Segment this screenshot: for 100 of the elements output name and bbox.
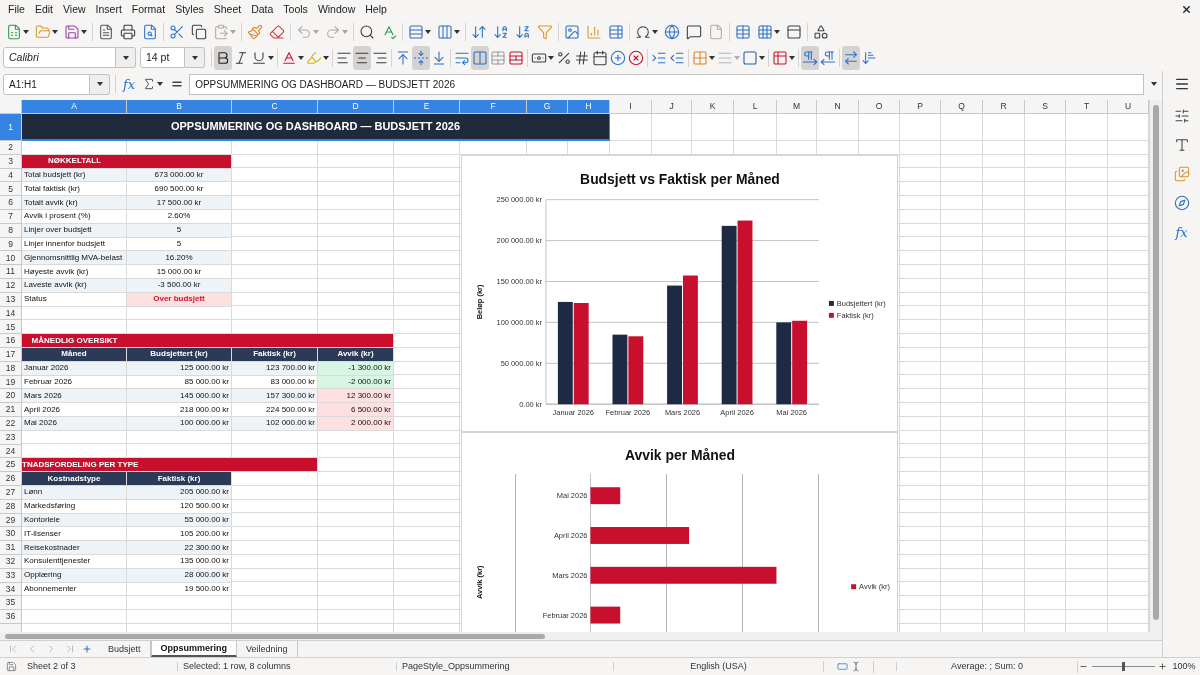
percent-icon: [556, 49, 572, 66]
calendar-icon: [592, 49, 608, 66]
caret-icon: [313, 29, 319, 34]
sheet-tab[interactable]: Oppsummering: [150, 641, 238, 657]
horizontal-scrollbar[interactable]: [0, 632, 1162, 640]
menu-item[interactable]: Insert: [90, 1, 127, 18]
font-name-field[interactable]: Calibri: [3, 47, 116, 68]
menu-item[interactable]: Format: [126, 1, 171, 18]
clipboard-icon: [213, 23, 229, 40]
column-header[interactable]: H: [568, 100, 610, 114]
row-header[interactable]: 2: [0, 141, 22, 155]
functions-button[interactable]: fx: [1170, 222, 1193, 242]
vertical-scrollbar[interactable]: [1149, 100, 1162, 632]
zoom-level: 100%: [1172, 662, 1196, 671]
sheet-tab[interactable]: Budsjett: [99, 641, 151, 657]
column-header[interactable]: R: [983, 100, 1025, 114]
chart-title: Avvik per Måned: [624, 446, 736, 463]
menu-item[interactable]: Help: [360, 1, 392, 18]
column-header[interactable]: B: [127, 100, 232, 114]
scrollbar-thumb[interactable]: [5, 633, 545, 639]
row-header[interactable]: 16: [0, 334, 22, 348]
caret-icon: [454, 29, 460, 34]
row-header[interactable]: 11: [0, 265, 22, 279]
sheet-tab[interactable]: Veiledning: [237, 641, 298, 657]
function-wizard-button[interactable]: fx: [121, 74, 138, 94]
row-header[interactable]: 30: [0, 527, 22, 542]
column-header[interactable]: O: [859, 100, 900, 114]
menu-item[interactable]: Tools: [278, 1, 313, 18]
row-header[interactable]: 21: [0, 403, 22, 417]
menu-item[interactable]: Sheet: [208, 1, 247, 18]
table-cell: 157 300.00 kr: [232, 389, 318, 404]
folder-icon: [35, 23, 51, 40]
row-header[interactable]: 15: [0, 320, 22, 335]
row-header[interactable]: 36: [0, 610, 22, 624]
row-header[interactable]: 20: [0, 389, 22, 404]
italic-icon: [233, 49, 249, 66]
menu-item[interactable]: Edit: [29, 1, 58, 18]
font-size-field[interactable]: 14 pt: [140, 47, 185, 68]
row-header[interactable]: 5: [0, 182, 22, 197]
menu-item[interactable]: Styles: [170, 1, 209, 18]
dropdown-button[interactable]: [90, 73, 110, 95]
zoom-slider[interactable]: [1091, 662, 1155, 671]
row-header[interactable]: 1: [0, 114, 22, 141]
column-header[interactable]: M: [777, 100, 817, 114]
column-header[interactable]: C: [232, 100, 318, 114]
table-cell: 12 300.00 kr: [318, 389, 394, 404]
row-header[interactable]: 25: [0, 458, 22, 473]
column-header[interactable]: Q: [941, 100, 983, 114]
row-header[interactable]: 31: [0, 541, 22, 555]
menu-item[interactable]: File: [3, 1, 30, 18]
menu-item[interactable]: Data: [246, 1, 279, 18]
merge-center-button[interactable]: [471, 45, 489, 70]
scrollbar-thumb[interactable]: [1153, 105, 1159, 620]
row-header[interactable]: 26: [0, 472, 22, 486]
menu-item[interactable]: View: [58, 1, 91, 18]
caret-icon: [52, 29, 58, 34]
column-header[interactable]: D: [318, 100, 394, 114]
caret-icon: [97, 82, 103, 86]
left-to-right-button[interactable]: [801, 45, 819, 70]
selection-statistics: Average: ; Sum: 0: [951, 662, 1023, 671]
column-header[interactable]: P: [900, 100, 941, 114]
square-icon: [742, 49, 758, 66]
dropdown-button[interactable]: [116, 47, 136, 68]
column-header[interactable]: S: [1025, 100, 1066, 114]
align-center-button[interactable]: [353, 45, 371, 70]
column-header[interactable]: A: [22, 100, 127, 114]
images-icon: [1173, 166, 1190, 182]
column-header[interactable]: F: [460, 100, 527, 114]
caret-icon: [789, 55, 795, 60]
zoom-in-button[interactable]: [1157, 660, 1168, 673]
column-header[interactable]: G: [527, 100, 568, 114]
document-icon: [98, 23, 114, 40]
column-header[interactable]: L: [734, 100, 777, 114]
column-header[interactable]: U: [1108, 100, 1149, 114]
caret-icon: [342, 29, 348, 34]
column-header[interactable]: T: [1066, 100, 1108, 114]
column-header[interactable]: J: [652, 100, 692, 114]
formula-input-field[interactable]: OPPSUMMERING OG DASHBOARD — BUDSJETT 2026: [189, 73, 1144, 95]
slider-thumb[interactable]: [1121, 662, 1125, 671]
column-header[interactable]: I: [610, 100, 652, 114]
table-cell: 17 500.00 kr: [127, 196, 232, 210]
dropdown-button[interactable]: [185, 47, 205, 68]
column-header[interactable]: E: [394, 100, 460, 114]
column-header[interactable]: N: [817, 100, 859, 114]
column-header[interactable]: K: [692, 100, 734, 114]
scissors-icon: [169, 23, 185, 40]
compass-icon: [1173, 195, 1190, 211]
menu-item[interactable]: Window: [312, 1, 361, 18]
align-middle-button[interactable]: [412, 45, 430, 70]
row-header[interactable]: 10: [0, 251, 22, 266]
eraser-icon: [269, 23, 285, 40]
search-icon: [359, 23, 375, 40]
name-box-field[interactable]: A1:H1: [3, 73, 90, 95]
text-horizontal-button[interactable]: [842, 45, 860, 70]
row-header[interactable]: 35: [0, 596, 22, 611]
spreadsheet-icon: [6, 23, 22, 40]
bold-button[interactable]: [214, 45, 232, 70]
highlighter-icon: [306, 49, 322, 66]
caret-icon: [709, 55, 715, 60]
row-header[interactable]: 6: [0, 196, 22, 210]
